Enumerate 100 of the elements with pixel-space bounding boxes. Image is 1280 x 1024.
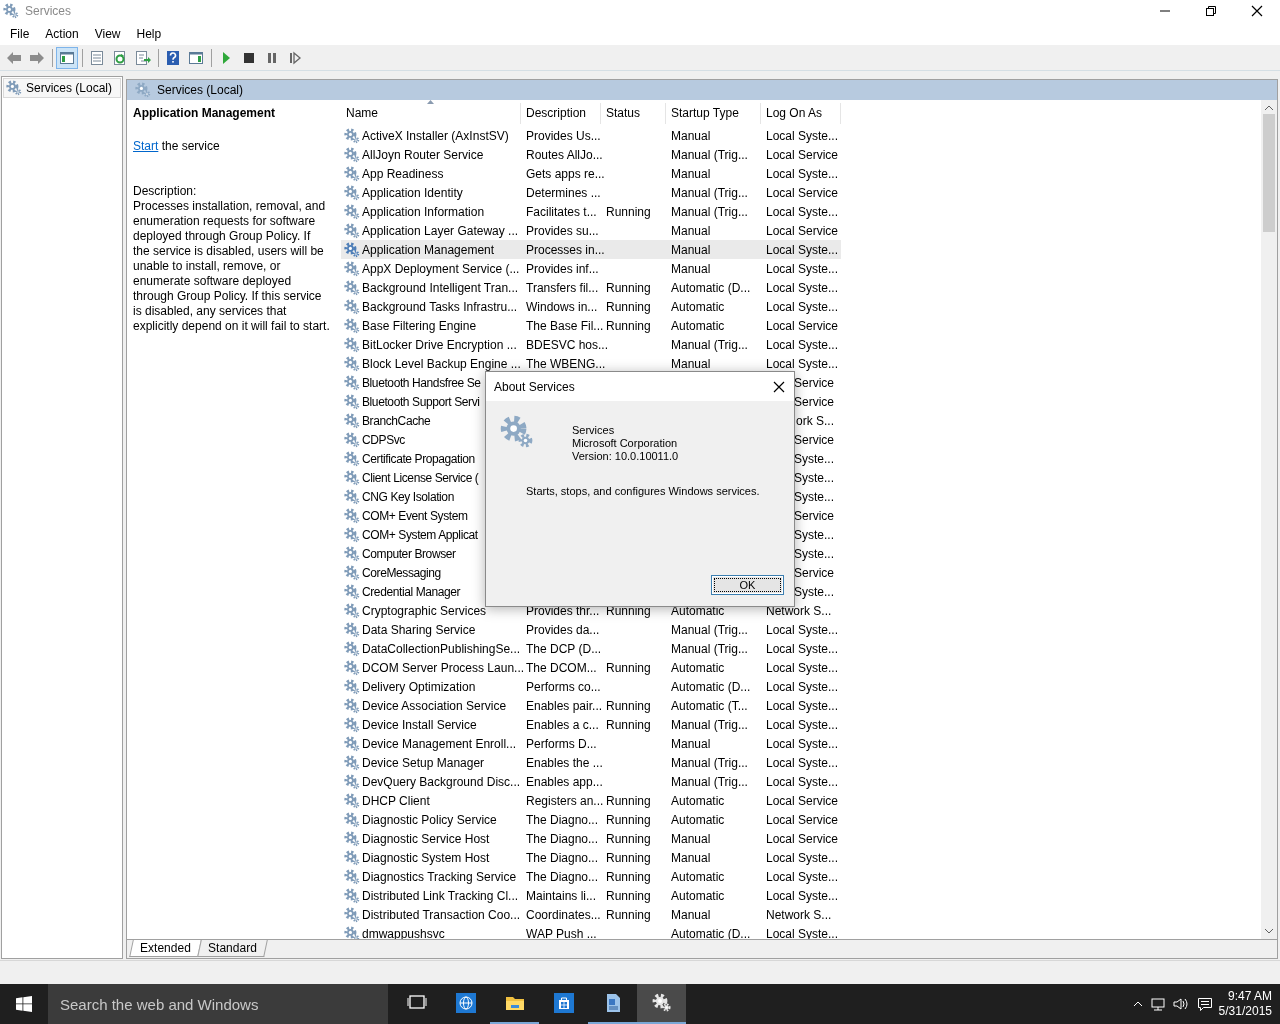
service-name: Device Install Service (362, 717, 477, 732)
table-cell: Manual (Trig... (671, 755, 748, 770)
description-label: Description: (133, 184, 198, 199)
service-name: BranchCache (362, 413, 431, 428)
table-cell: Enables app... (526, 774, 603, 789)
table-cell: The DCOM... (526, 660, 597, 675)
table-cell: Manual (Trig... (671, 204, 748, 219)
service-name: App Readiness (362, 166, 444, 181)
table-cell: Maintains li... (526, 888, 597, 903)
table-cell: Running (606, 907, 651, 922)
table-cell: Manual (Trig... (671, 147, 748, 162)
service-name: Distributed Transaction Coo... (362, 907, 521, 922)
table-cell: Automatic (671, 318, 725, 333)
table-cell: Manual (671, 242, 711, 257)
table-cell: Running (606, 812, 651, 827)
table-cell: Local Service (766, 223, 839, 238)
table-cell: Local Syste... (766, 736, 839, 751)
company-name: Microsoft Corporation (572, 437, 679, 450)
table-cell: Local Service (766, 318, 839, 333)
table-cell: Manual (671, 831, 711, 846)
table-cell: Automatic (671, 869, 725, 884)
table-cell: Running (606, 204, 651, 219)
service-name: Application Identity (362, 185, 463, 200)
table-cell: ork S... (796, 413, 834, 428)
table-cell: Local Syste... (766, 698, 839, 713)
service-title: Application Management (133, 106, 276, 121)
table-cell: Provides da... (526, 622, 600, 637)
table-cell: Syste... (794, 546, 834, 561)
table-cell: Local Service (766, 812, 839, 827)
table-cell: Running (606, 299, 651, 314)
table-cell: Provides inf... (526, 261, 599, 276)
clock-time: 9:47 AM (1227, 989, 1272, 1004)
table-cell: Service (794, 375, 834, 390)
table-cell: Running (606, 660, 651, 675)
table-cell: Manual (Trig... (671, 641, 748, 656)
action-text: Start the service (133, 139, 221, 154)
service-name: Diagnostics Tracking Service (362, 869, 517, 884)
service-name: Client License Service ( (362, 470, 479, 485)
table-cell: Registers an... (526, 793, 604, 808)
table-cell: The WBENG... (526, 356, 606, 371)
service-name: Base Filtering Engine (362, 318, 477, 333)
table-cell: Provides Us... (526, 128, 601, 143)
service-name: Credential Manager (362, 584, 461, 599)
service-name: Background Intelligent Tran... (362, 280, 519, 295)
table-cell: Service (794, 508, 834, 523)
table-cell: Local Service (766, 147, 839, 162)
table-cell: Service (794, 394, 834, 409)
table-cell: Running (606, 698, 651, 713)
table-cell: Syste... (794, 527, 834, 542)
service-name: COM+ System Applicat (362, 527, 478, 542)
table-cell: Enables the ... (526, 755, 603, 770)
version-text: Version: 10.0.10011.0 (572, 450, 679, 463)
service-name: Application Layer Gateway ... (362, 223, 519, 238)
table-cell: Automatic (671, 812, 725, 827)
table-cell: Manual (Trig... (671, 717, 748, 732)
table-cell: Automatic (671, 888, 725, 903)
service-name: Computer Browser (362, 546, 456, 561)
table-cell: Local Syste... (766, 717, 839, 732)
table-cell: Manual (671, 356, 711, 371)
table-cell: The Base Fil... (526, 318, 604, 333)
table-cell: The DCP (D... (526, 641, 602, 656)
table-cell: Manual (671, 907, 711, 922)
table-cell: Windows in... (526, 299, 598, 314)
dialog-description: Starts, stops, and configures Windows services. (526, 485, 761, 498)
service-name: Certificate Propagation (362, 451, 475, 466)
table-cell: The Diagno... (526, 869, 599, 884)
service-name: DHCP Client (362, 793, 430, 808)
table-cell: Facilitates t... (526, 204, 597, 219)
table-cell: Manual (671, 736, 711, 751)
service-name: CDPSvc (362, 432, 405, 447)
table-cell: Running (606, 717, 651, 732)
table-cell: Coordinates... (526, 907, 601, 922)
table-cell: The Diagno... (526, 850, 599, 865)
table-cell: Automatic (671, 660, 725, 675)
table-cell: Syste... (794, 451, 834, 466)
table-cell: Service (794, 565, 834, 580)
service-name: ActiveX Installer (AxInstSV) (362, 128, 509, 143)
service-name: AllJoyn Router Service (362, 147, 484, 162)
table-cell: Syste... (794, 470, 834, 485)
service-name: Bluetooth Handsfree Se (362, 375, 481, 390)
table-cell: Local Syste... (766, 679, 839, 694)
table-cell: Gets apps re... (526, 166, 605, 181)
table-cell: Running (606, 280, 651, 295)
table-cell: Local Syste... (766, 261, 839, 276)
service-name: Diagnostic System Host (362, 850, 490, 865)
pane-title: Services (Local) (157, 83, 244, 97)
table-cell: Performs co... (526, 679, 601, 694)
table-cell: The Diagno... (526, 812, 599, 827)
service-name: COM+ Event System (362, 508, 468, 523)
table-cell: Routes AllJo... (526, 147, 603, 162)
table-cell: Provides su... (526, 223, 599, 238)
table-cell: Manual (671, 261, 711, 276)
table-cell: Local Syste... (766, 660, 839, 675)
table-cell: Running (606, 793, 651, 808)
service-name: Background Tasks Infrastru... (362, 299, 518, 314)
table-cell: Local Syste... (766, 774, 839, 789)
table-cell: Network S... (766, 907, 832, 922)
service-name: AppX Deployment Service (... (362, 261, 520, 276)
table-cell: Manual (671, 223, 711, 238)
table-cell: Manual (671, 850, 711, 865)
